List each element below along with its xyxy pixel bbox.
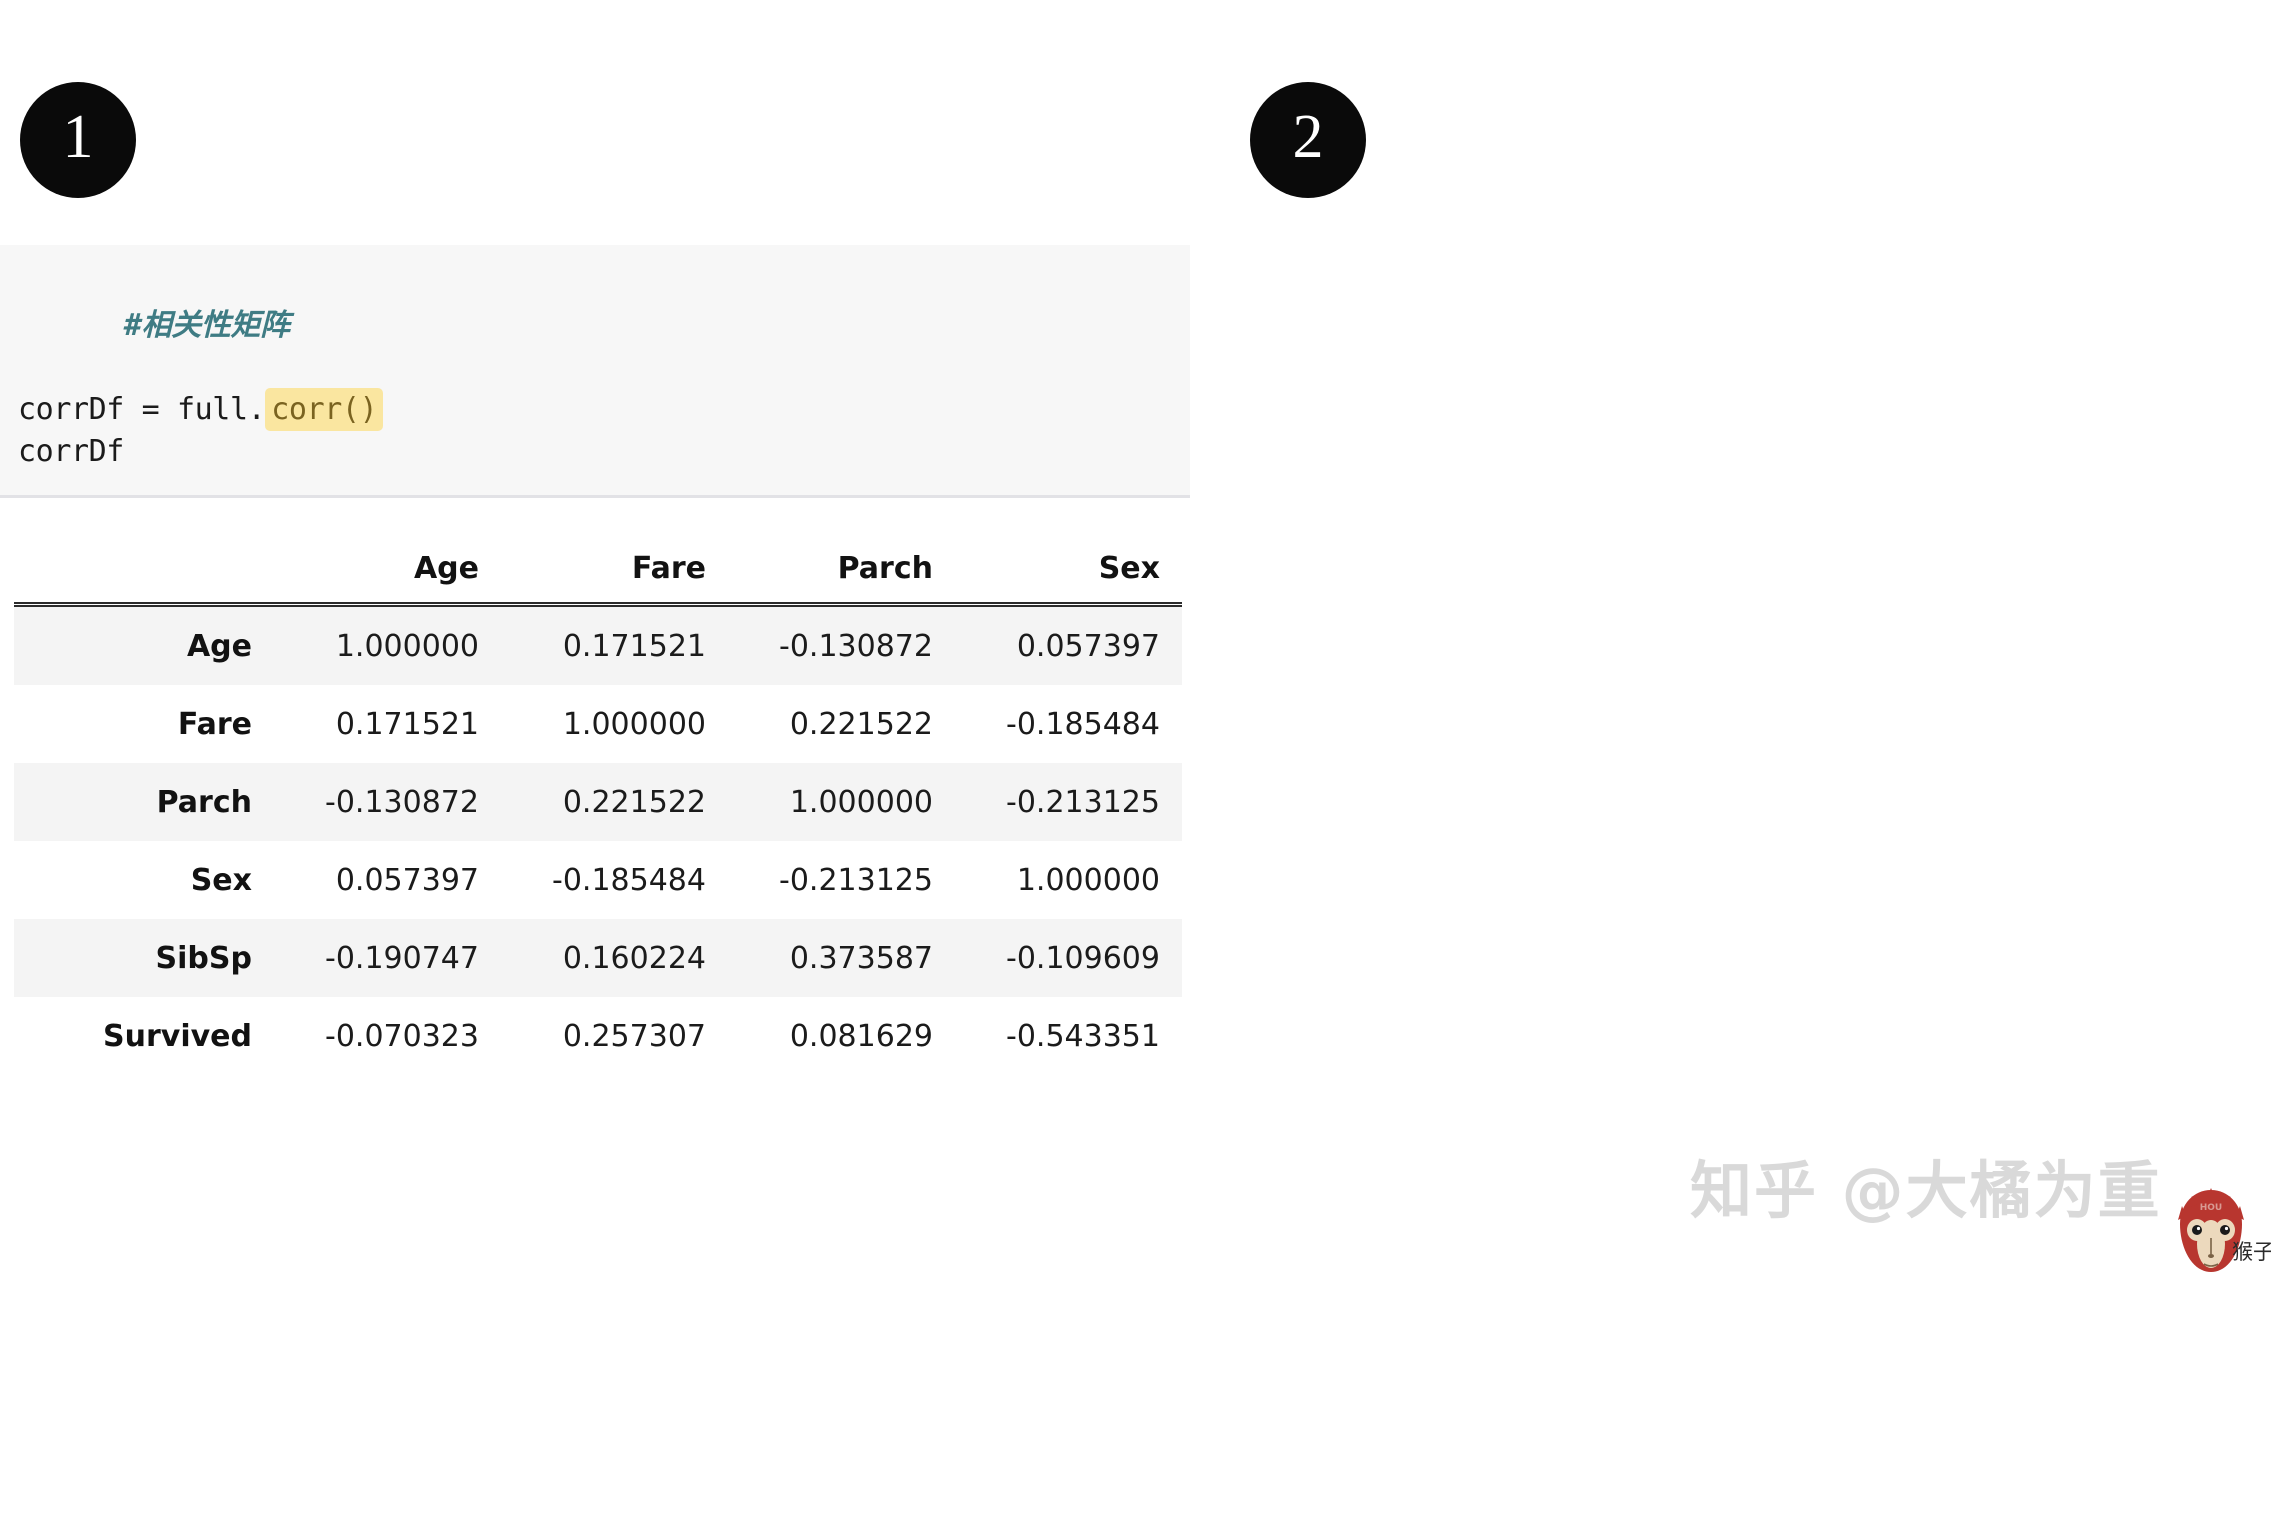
step-badge-1-number: 1	[62, 103, 94, 171]
table-header-row: Age Fare Parch Sex	[14, 500, 1182, 605]
table-cell: 0.171521	[335, 706, 479, 742]
table-cell: -0.185484	[1006, 706, 1160, 742]
table-cell: 1.000000	[562, 706, 706, 742]
comment-text: #相关性矩阵	[123, 308, 290, 343]
table-cell: 0.057397	[335, 862, 479, 898]
avatar-badge-text: HOU	[2200, 1203, 2223, 1213]
table-row: Sex 0.057397 -0.185484 -0.213125 1.00000…	[14, 841, 1182, 919]
table-row: Survived -0.070323 0.257307 0.081629 -0.…	[14, 997, 1182, 1075]
table-row: Fare 0.171521 1.000000 0.221522 -0.18548…	[14, 685, 1182, 763]
table-cell: 0.081629	[789, 1018, 933, 1054]
avatar-label: 猴子	[2232, 1240, 2271, 1264]
table-cell: -0.185484	[552, 862, 706, 898]
table-row: Age 1.000000 0.171521 -0.130872 0.057397	[14, 604, 1182, 685]
row-index-label: Sex	[190, 862, 252, 898]
table-cell: 0.057397	[1016, 628, 1160, 664]
table-cell: 0.221522	[789, 706, 933, 742]
step-badge-1: 1	[20, 82, 136, 198]
row-index-label: Age	[186, 628, 252, 664]
table-cell: 0.257307	[562, 1018, 706, 1054]
zhihu-watermark: 知乎 @大橘为重	[1690, 1154, 2162, 1227]
table-cell: 0.160224	[562, 940, 706, 976]
table-cell: 1.000000	[789, 784, 933, 820]
step-badge-2-number: 2	[1292, 103, 1324, 171]
code-line-comment: #相关性矩阵	[18, 263, 1190, 389]
table-row: SibSp -0.190747 0.160224 0.373587 -0.109…	[14, 919, 1182, 997]
table-cell: -0.543351	[1006, 1018, 1160, 1054]
code-cell-correlation-matrix[interactable]: #相关性矩阵 corrDf = full. corr() corrDf	[0, 245, 1190, 498]
table-cell: -0.213125	[1006, 784, 1160, 820]
column-header-sex: Sex	[1098, 551, 1160, 586]
table-cell: 0.373587	[789, 940, 933, 976]
code-line-output-expr: corrDf	[18, 434, 124, 469]
step-badge-2: 2	[1250, 82, 1366, 198]
column-header-fare: Fare	[631, 551, 706, 586]
table-cell: -0.130872	[325, 784, 479, 820]
code-line-assignment: corrDf = full. corr()	[18, 388, 1190, 431]
code-highlight-corr: corr()	[265, 388, 384, 431]
table-cell: 0.171521	[562, 628, 706, 664]
row-index-label: Fare	[177, 706, 252, 742]
correlation-dataframe-table: Age Fare Parch Sex Age 1.000000 0.171521…	[14, 500, 1182, 1075]
table-corner-cell	[14, 500, 274, 605]
table-cell: -0.213125	[779, 862, 933, 898]
row-index-label: Survived	[103, 1018, 252, 1054]
row-index-label: SibSp	[155, 940, 252, 976]
table-cell: 1.000000	[1016, 862, 1160, 898]
table-cell: -0.130872	[779, 628, 933, 664]
code-assignment-prefix: corrDf = full.	[18, 392, 266, 427]
table-cell: 1.000000	[335, 628, 479, 664]
row-index-label: Parch	[156, 784, 252, 820]
table-cell: -0.070323	[325, 1018, 479, 1054]
column-header-parch: Parch	[837, 551, 933, 586]
table-cell: -0.190747	[325, 940, 479, 976]
table-row: Parch -0.130872 0.221522 1.000000 -0.213…	[14, 763, 1182, 841]
table-cell: -0.109609	[1006, 940, 1160, 976]
column-header-age: Age	[413, 551, 479, 586]
table-cell: 0.221522	[562, 784, 706, 820]
